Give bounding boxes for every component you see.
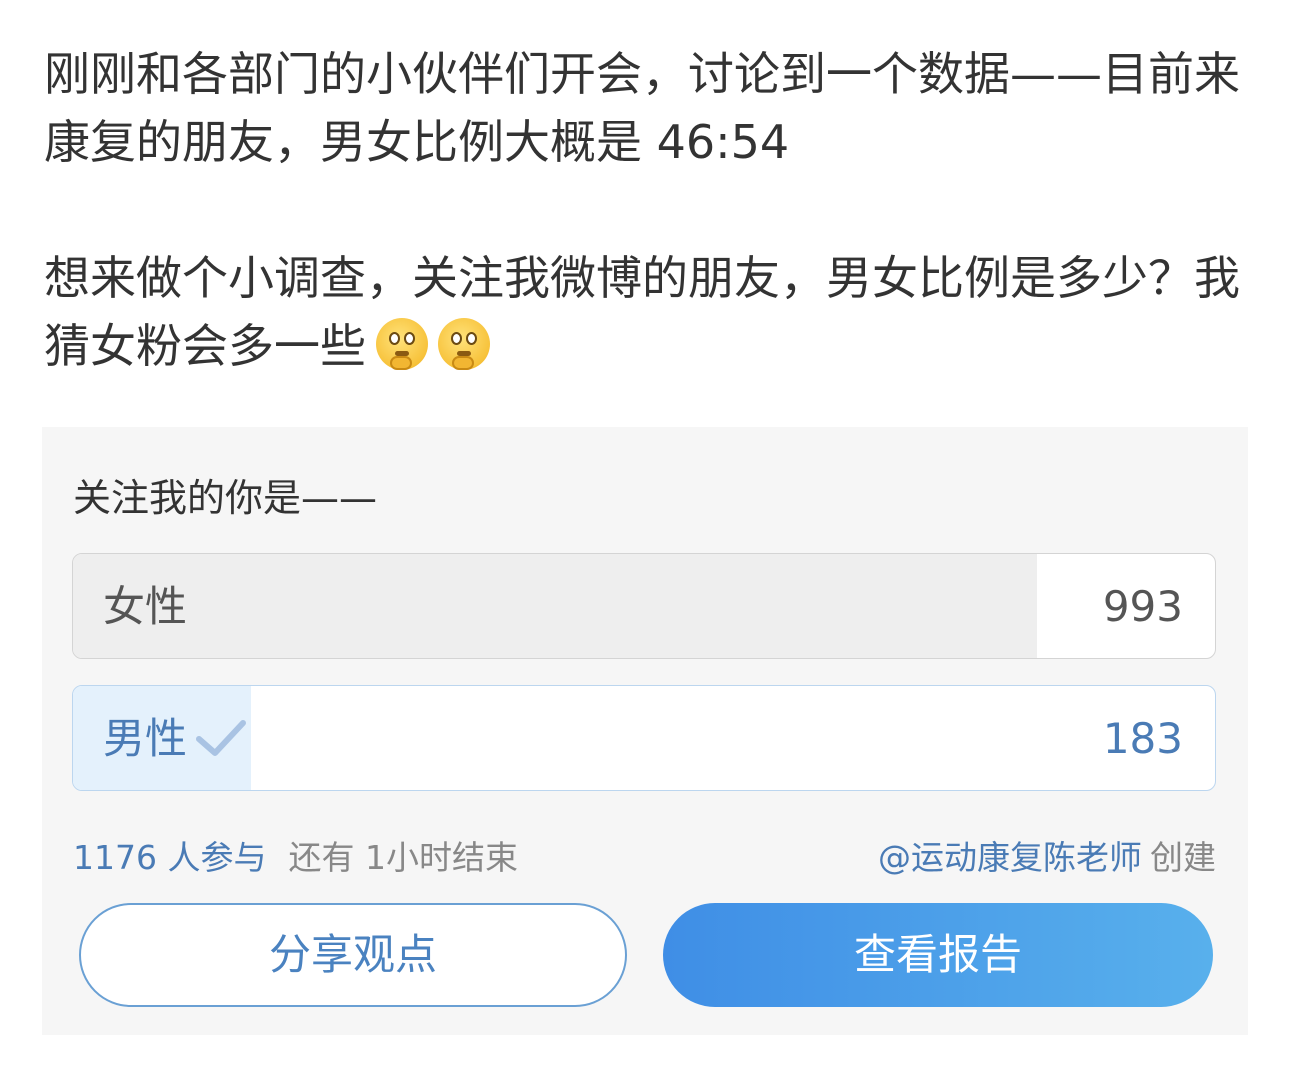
poll-stats: 1176 人参与 还有 1小时结束 (73, 831, 518, 879)
post-paragraph-2: 想来做个小调查，关注我微博的朋友，男女比例是多少？我猜女粉会多一些 (44, 244, 1244, 380)
post-paragraph-1: 刚刚和各部门的小伙伴们开会，讨论到一个数据——目前来康复的朋友，男女比例大概是 … (44, 47, 1240, 169)
checkmark-icon (196, 720, 247, 756)
participant-count: 1176 人参与 (73, 838, 267, 877)
poll-option-count: 183 (1102, 714, 1183, 763)
poll-creator: @运动康复陈老师 创建 (878, 831, 1216, 879)
poll-option-male[interactable]: 男性 183 (72, 685, 1216, 791)
poll-card: 关注我的你是—— 女性 993 男性 183 1176 人参与 还有 1小时结束 … (42, 427, 1248, 1035)
poll-option-label: 女性 (103, 582, 188, 631)
creator-link[interactable]: @运动康复陈老师 (878, 838, 1142, 877)
thinking-face-icon (376, 318, 428, 370)
poll-option-label: 男性 (103, 714, 188, 763)
post-text: 刚刚和各部门的小伙伴们开会，讨论到一个数据——目前来康复的朋友，男女比例大概是 … (44, 40, 1244, 380)
post-paragraph-2-text: 想来做个小调查，关注我微博的朋友，男女比例是多少？我猜女粉会多一些 (44, 251, 1240, 373)
time-remaining: 还有 1小时结束 (288, 838, 518, 877)
poll-title: 关注我的你是—— (73, 476, 378, 520)
share-opinion-button[interactable]: 分享观点 (79, 903, 627, 1007)
thinking-face-icon (438, 318, 490, 370)
creator-suffix: 创建 (1150, 838, 1216, 877)
poll-option-count: 993 (1102, 582, 1183, 631)
poll-option-label-wrap: 男性 (103, 686, 247, 790)
poll-option-female[interactable]: 女性 993 (72, 553, 1216, 659)
poll-option-bar (73, 554, 1037, 658)
view-report-button[interactable]: 查看报告 (663, 903, 1213, 1007)
